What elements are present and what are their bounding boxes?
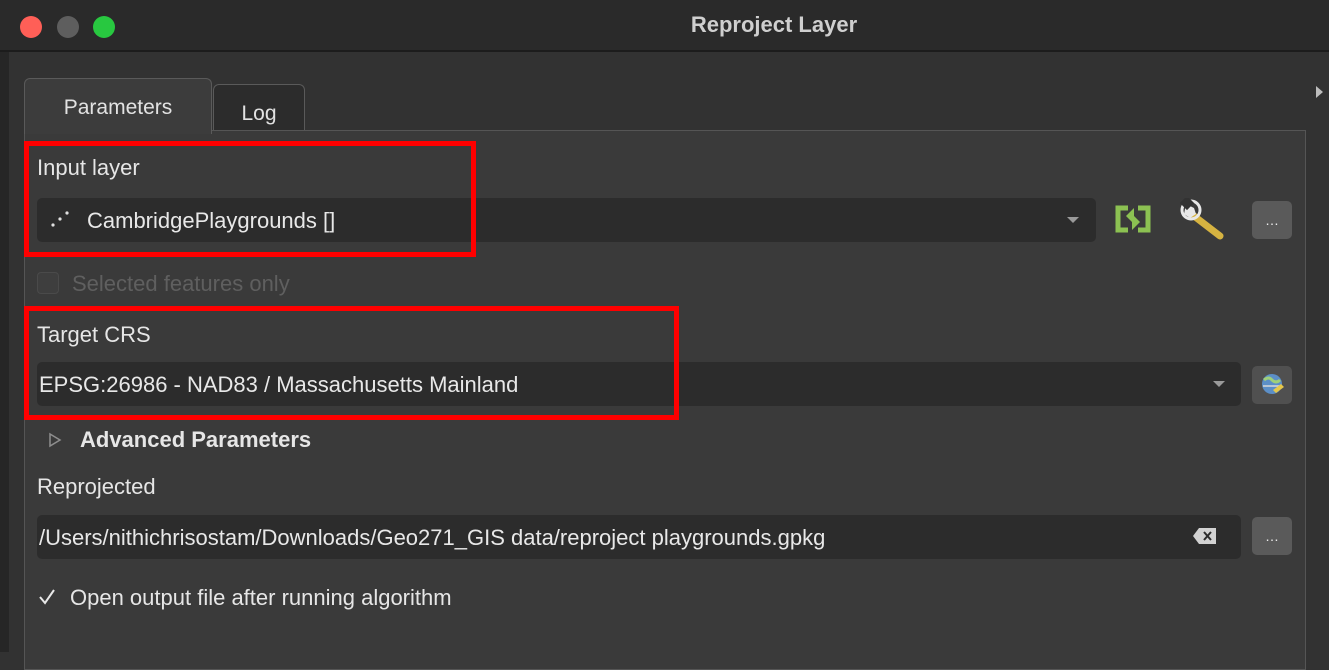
expand-triangle-icon[interactable] [48,432,62,448]
chevron-down-icon [1213,381,1225,387]
selected-features-label: Selected features only [72,271,290,296]
more-options-button[interactable]: … [1252,201,1292,239]
selected-features-checkbox[interactable] [37,272,59,294]
wrench-icon[interactable] [1180,198,1226,240]
checkmark-icon[interactable] [38,588,56,606]
browse-output-button[interactable]: … [1252,517,1292,555]
open-output-label: Open output file after running algorithm [70,585,452,610]
browse-output-label: … [1265,528,1279,544]
tab-parameters[interactable]: Parameters [24,78,212,134]
globe-icon [1262,374,1284,394]
target-crs-highlight [24,306,679,420]
reprojected-output-field[interactable]: /Users/nithichrisostam/Downloads/Geo271_… [37,515,1241,559]
window-edge [0,52,9,652]
select-crs-button[interactable] [1252,366,1292,404]
reprojected-label: Reprojected [37,474,156,499]
input-layer-highlight [24,141,476,257]
window-title: Reproject Layer [690,12,858,37]
clear-field-icon[interactable] [1193,527,1217,545]
collapse-panel-arrow-icon[interactable] [1316,86,1323,98]
advanced-parameters-toggle[interactable]: Advanced Parameters [80,427,311,453]
iterate-layer-icon[interactable] [1112,202,1154,238]
tab-log[interactable]: Log [213,84,305,130]
reprojected-output-path: /Users/nithichrisostam/Downloads/Geo271_… [39,525,826,550]
more-options-label: … [1265,212,1279,228]
chevron-down-icon [1067,217,1079,223]
title-bar: Reproject Layer [0,0,1329,52]
